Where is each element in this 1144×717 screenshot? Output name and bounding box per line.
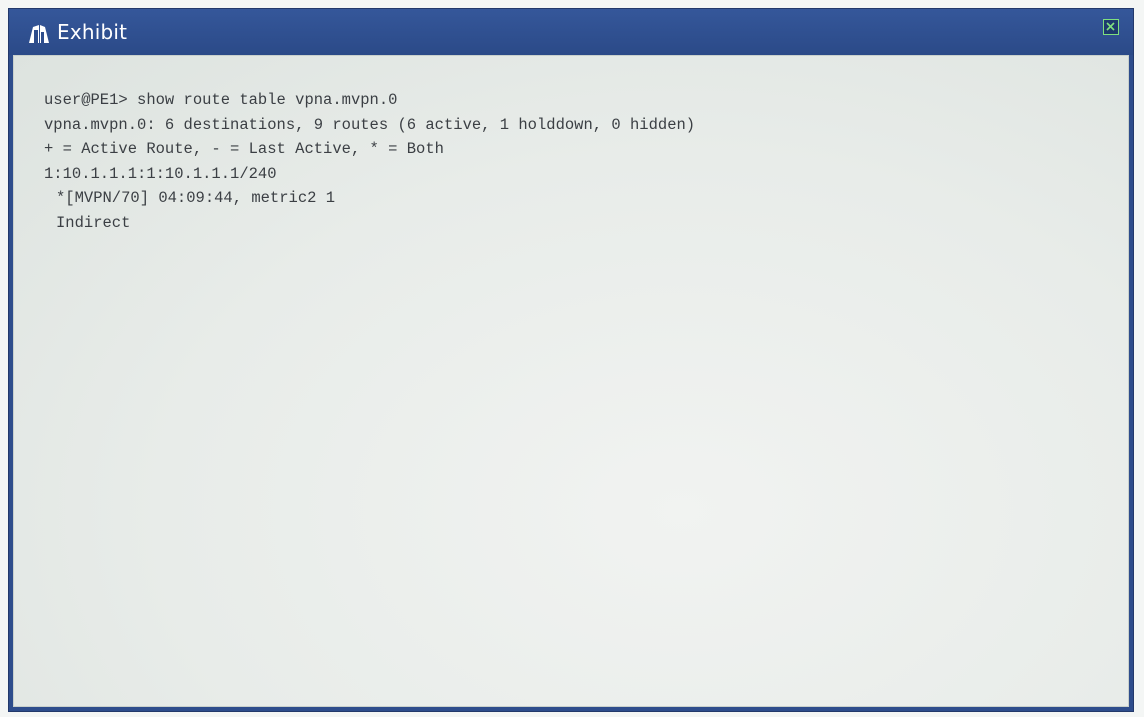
- title-bar: Exhibit: [9, 9, 1133, 55]
- table-summary-line: vpna.mvpn.0: 6 destinations, 9 routes (6…: [44, 115, 696, 134]
- podium-icon: [27, 23, 51, 43]
- route-entry-line: *[MVPN/70] 04:09:44, metric2 1: [56, 189, 336, 207]
- close-button[interactable]: [1103, 19, 1119, 35]
- command-line: user@PE1> show route table vpna.mvpn.0: [44, 91, 398, 109]
- window-title: Exhibit: [57, 20, 128, 44]
- exhibit-content: user@PE1> show route table vpna.mvpn.0 vp…: [13, 55, 1129, 707]
- next-hop-line: Indirect: [56, 213, 131, 232]
- exhibit-window: Exhibit user@PE1> show route table vpna.…: [8, 8, 1134, 712]
- route-prefix-line: 1:10.1.1.1:1:10.1.1.1/240: [44, 164, 277, 183]
- legend-line: + = Active Route, - = Last Active, * = B…: [44, 140, 444, 158]
- close-icon: [1106, 22, 1115, 31]
- terminal-output: user@PE1> show route table vpna.mvpn.0 vp…: [44, 88, 695, 235]
